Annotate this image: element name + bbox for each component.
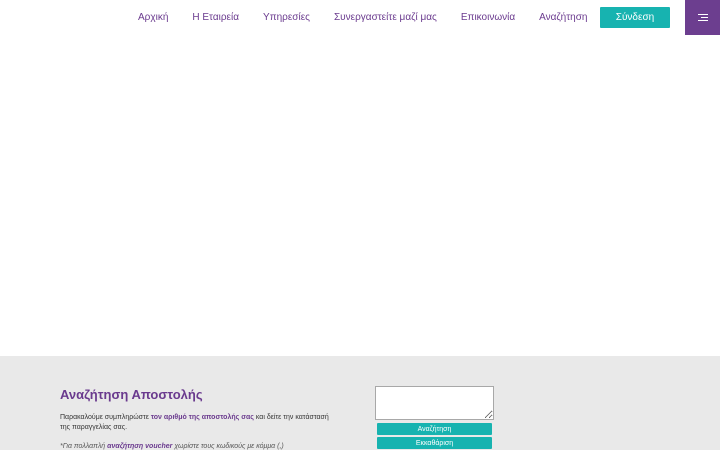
nav-item-partner[interactable]: Συνεργαστείτε μαζί μας xyxy=(334,12,437,23)
tracking-note-pre: *Για πολλαπλή xyxy=(60,443,108,450)
voucher-input[interactable] xyxy=(375,386,494,420)
tracking-title: Αναζήτηση Αποστολής xyxy=(60,387,203,402)
main-nav: Αρχική Η Εταιρεία Υπηρεσίες Συνεργαστείτ… xyxy=(126,0,599,35)
shipment-tracking-section: Αναζήτηση Αποστολής Παρακαλούμε συμπληρώ… xyxy=(0,356,720,450)
login-button[interactable]: Σύνδεση xyxy=(600,7,670,28)
tracking-note: *Για πολλαπλή αναζήτηση voucher χωρίστε … xyxy=(60,443,340,450)
nav-item-services[interactable]: Υπηρεσίες xyxy=(263,12,310,23)
site-header: Αρχική Η Εταιρεία Υπηρεσίες Συνεργαστείτ… xyxy=(0,0,720,35)
menu-button[interactable] xyxy=(685,0,720,35)
tracking-description: Παρακαλούμε συμπληρώστε τον αριθμό της α… xyxy=(60,413,340,433)
page: Αρχική Η Εταιρεία Υπηρεσίες Συνεργαστείτ… xyxy=(0,0,720,450)
nav-item-contact[interactable]: Επικοινωνία xyxy=(461,12,515,23)
tracking-note-post: χωρίστε τους κωδικούς με κόμμα (,) xyxy=(172,443,284,450)
tracking-desc-pre: Παρακαλούμε συμπληρώστε xyxy=(60,414,151,421)
nav-item-home[interactable]: Αρχική xyxy=(138,12,168,23)
search-button[interactable]: Αναζήτηση xyxy=(377,423,492,435)
tracking-desc-bold: τον αριθμό της αποστολής σας xyxy=(150,414,254,421)
hamburger-icon xyxy=(697,14,708,21)
clear-button[interactable]: Εκκαθάριση xyxy=(377,437,492,449)
nav-item-company[interactable]: Η Εταιρεία xyxy=(192,12,239,23)
nav-item-search[interactable]: Αναζήτηση xyxy=(539,12,587,23)
tracking-note-bold: αναζήτηση voucher xyxy=(107,443,173,450)
